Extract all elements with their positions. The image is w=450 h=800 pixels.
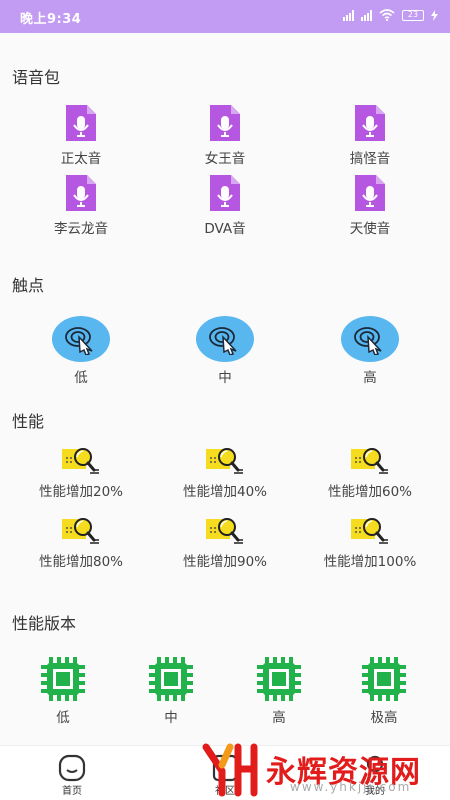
touch-label: 高 bbox=[363, 370, 377, 386]
microphone-file-icon bbox=[208, 173, 242, 213]
microphone-file-icon bbox=[208, 103, 242, 143]
magnifier-icon bbox=[351, 516, 389, 546]
status-bar: 晚上9:34 23 bbox=[0, 0, 450, 33]
microphone-file-icon bbox=[64, 173, 98, 213]
touch-label: 低 bbox=[74, 370, 88, 386]
section-title-performance: 性能 bbox=[12, 412, 45, 431]
performance-label: 性能增加80% bbox=[38, 554, 123, 570]
touch-label: 中 bbox=[218, 370, 232, 386]
performance-label: 性能增加100% bbox=[323, 554, 417, 570]
cpu-chip-icon bbox=[40, 656, 86, 702]
voice-pack-item[interactable]: 正太音 bbox=[16, 103, 146, 167]
touch-click-icon bbox=[196, 316, 254, 362]
status-time: 晚上9:34 bbox=[20, 12, 82, 27]
performance-item[interactable]: 性能增加40% bbox=[160, 446, 290, 500]
watermark-url: www.yhkjjj.com bbox=[290, 780, 412, 794]
section-title-voice-pack: 语音包 bbox=[12, 68, 61, 87]
microphone-file-icon bbox=[353, 173, 387, 213]
wifi-icon bbox=[379, 9, 395, 21]
performance-version-label: 高 bbox=[272, 710, 286, 726]
microphone-file-icon bbox=[64, 103, 98, 143]
voice-pack-item[interactable]: 搞怪音 bbox=[305, 103, 435, 167]
microphone-file-icon bbox=[353, 103, 387, 143]
performance-item[interactable]: 性能增加90% bbox=[160, 516, 290, 570]
cpu-chip-icon bbox=[361, 656, 407, 702]
voice-pack-label: 李云龙音 bbox=[54, 221, 108, 237]
voice-pack-label: DVA音 bbox=[204, 221, 246, 237]
voice-pack-item[interactable]: 李云龙音 bbox=[16, 173, 146, 237]
signal-icon-2 bbox=[361, 9, 372, 21]
watermark-logo-icon bbox=[202, 743, 258, 797]
magnifier-icon bbox=[206, 446, 244, 476]
touch-click-icon bbox=[52, 316, 110, 362]
section-title-performance-version: 性能版本 bbox=[12, 614, 77, 633]
status-icons: 23 bbox=[343, 9, 438, 21]
cpu-chip-icon bbox=[256, 656, 302, 702]
performance-label: 性能增加20% bbox=[38, 484, 123, 500]
performance-version-label: 中 bbox=[164, 710, 178, 726]
voice-pack-label: 正太音 bbox=[60, 151, 102, 167]
touch-item[interactable]: 中 bbox=[160, 316, 290, 386]
nav-home-label: 首页 bbox=[62, 786, 82, 797]
performance-item[interactable]: 性能增加20% bbox=[16, 446, 146, 500]
section-title-touch: 触点 bbox=[12, 276, 45, 295]
magnifier-icon bbox=[351, 446, 389, 476]
touch-click-icon bbox=[341, 316, 399, 362]
magnifier-icon bbox=[62, 516, 100, 546]
performance-version-label: 低 bbox=[56, 710, 70, 726]
voice-pack-label: 天使音 bbox=[349, 221, 391, 237]
performance-item[interactable]: 性能增加100% bbox=[305, 516, 435, 570]
performance-item[interactable]: 性能增加60% bbox=[305, 446, 435, 500]
voice-pack-item[interactable]: 女王音 bbox=[160, 103, 290, 167]
voice-pack-label: 搞怪音 bbox=[349, 151, 391, 167]
voice-pack-label: 女王音 bbox=[204, 151, 246, 167]
voice-pack-item[interactable]: DVA音 bbox=[160, 173, 290, 237]
charging-icon bbox=[431, 9, 438, 21]
magnifier-icon bbox=[206, 516, 244, 546]
signal-icon bbox=[343, 9, 354, 21]
touch-item[interactable]: 高 bbox=[305, 316, 435, 386]
performance-version-item[interactable]: 极高 bbox=[319, 656, 449, 726]
performance-version-label: 极高 bbox=[370, 710, 398, 726]
voice-pack-item[interactable]: 天使音 bbox=[305, 173, 435, 237]
performance-label: 性能增加40% bbox=[182, 484, 267, 500]
cpu-chip-icon bbox=[148, 656, 194, 702]
touch-item[interactable]: 低 bbox=[16, 316, 146, 386]
performance-label: 性能增加90% bbox=[182, 554, 267, 570]
nav-home[interactable]: 首页 bbox=[58, 754, 86, 797]
magnifier-icon bbox=[62, 446, 100, 476]
home-icon bbox=[58, 754, 86, 782]
performance-label: 性能增加60% bbox=[327, 484, 412, 500]
battery-icon: 23 bbox=[402, 9, 424, 21]
performance-item[interactable]: 性能增加80% bbox=[16, 516, 146, 570]
